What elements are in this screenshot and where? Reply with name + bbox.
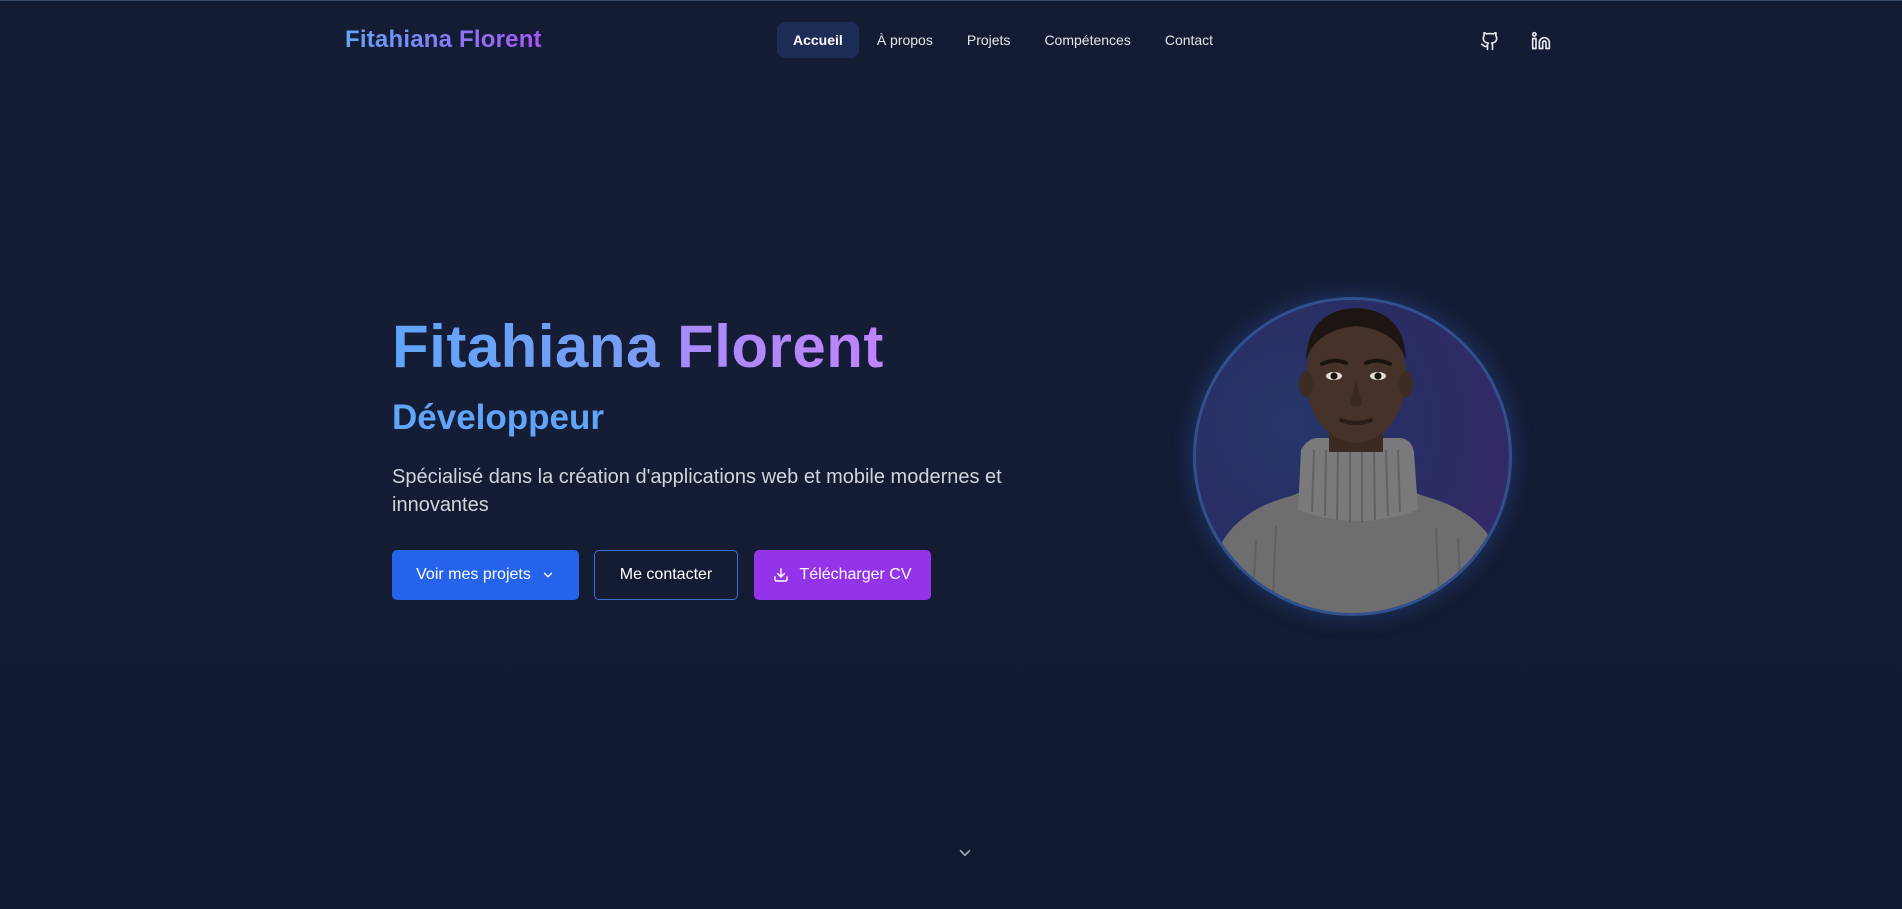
download-cv-button[interactable]: Télécharger CV	[754, 550, 931, 600]
chevron-down-icon	[543, 572, 553, 578]
nav-item-a-propos[interactable]: À propos	[861, 22, 949, 58]
hero-last-name: Florent	[677, 313, 884, 380]
github-link[interactable]	[1477, 28, 1503, 54]
contact-me-label: Me contacter	[619, 566, 713, 583]
download-icon	[774, 568, 789, 582]
nav-item-contact[interactable]: Contact	[1149, 22, 1229, 58]
navbar: Fitahiana Florent Accueil À propos Proje…	[0, 0, 1902, 82]
hero-description: Spécialisé dans la création d'applicatio…	[392, 466, 1002, 516]
github-icon	[1480, 31, 1498, 51]
brand-logo[interactable]: Fitahiana Florent	[345, 26, 542, 54]
download-cv-label: Télécharger CV	[799, 566, 912, 583]
profile-photo	[1216, 308, 1498, 613]
hero-role: Développeur	[392, 398, 604, 437]
contact-me-button[interactable]: Me contacter	[594, 550, 738, 600]
nav-item-competences[interactable]: Compétences	[1028, 22, 1146, 58]
view-projects-label: Voir mes projets	[416, 566, 531, 583]
linkedin-link[interactable]	[1528, 28, 1554, 54]
nav-item-accueil[interactable]: Accueil	[777, 22, 859, 58]
scroll-down-button[interactable]	[955, 843, 975, 863]
nav-item-projets[interactable]: Projets	[951, 22, 1027, 58]
hero-first-name: Fitahiana	[392, 313, 660, 380]
main-menu: Accueil À propos Projets Compétences Con…	[777, 22, 1229, 58]
hero-title: Fitahiana Florent	[392, 312, 884, 381]
view-projects-button[interactable]: Voir mes projets	[392, 550, 579, 600]
profile-avatar	[1193, 297, 1512, 616]
chevron-down-icon	[959, 849, 971, 857]
linkedin-icon	[1531, 31, 1551, 50]
